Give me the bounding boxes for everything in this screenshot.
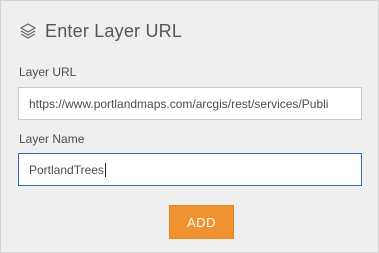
layers-icon: [18, 21, 38, 41]
text-cursor: [104, 162, 106, 177]
layer-url-value: https://www.portlandmaps.com/arcgis/rest…: [29, 96, 329, 111]
layer-url-input[interactable]: https://www.portlandmaps.com/arcgis/rest…: [18, 87, 362, 120]
layer-name-input[interactable]: PortlandTrees: [18, 153, 362, 186]
layer-url-label: Layer URL: [19, 65, 77, 79]
add-button[interactable]: ADD: [169, 205, 234, 239]
panel-header: Enter Layer URL: [18, 18, 182, 44]
panel-title: Enter Layer URL: [45, 20, 183, 41]
layer-name-value: PortlandTrees: [29, 162, 104, 177]
add-layer-panel: Enter Layer URL Layer URL https://www.po…: [0, 0, 379, 253]
layer-name-label: Layer Name: [19, 132, 85, 146]
